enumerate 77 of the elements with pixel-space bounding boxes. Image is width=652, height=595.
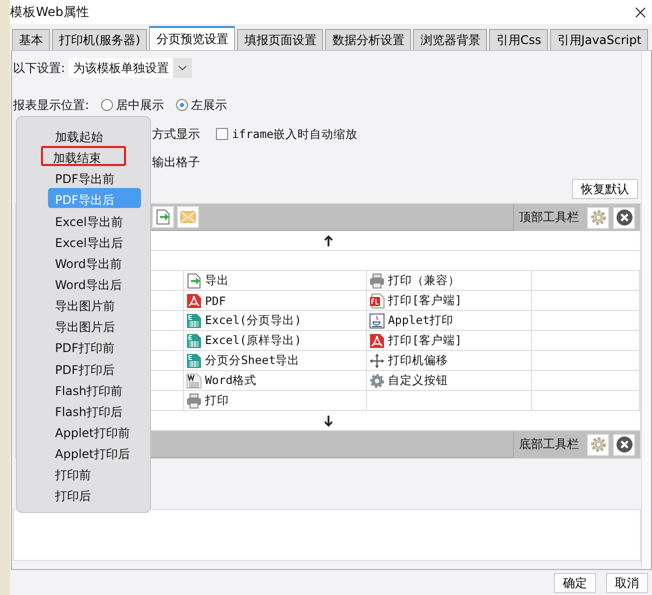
menu-item[interactable]: Word导出前	[48, 252, 141, 272]
field-label: 报表显示位置:	[13, 96, 90, 114]
dialog-button[interactable]: 确定	[554, 573, 596, 593]
radio-button[interactable]	[101, 99, 114, 111]
radio-button[interactable]	[176, 99, 188, 111]
menu-item[interactable]: Flash打印后	[48, 400, 141, 420]
tab[interactable]: 引用JavaScript	[550, 29, 648, 50]
menu-item[interactable]: 加载结束	[41, 146, 126, 166]
tab[interactable]: 数据分析设置	[325, 29, 412, 50]
dialog-button[interactable]: 取消	[606, 573, 648, 593]
menu-item[interactable]: Excel导出后	[48, 230, 141, 251]
menu-item[interactable]: 导出图片后	[48, 315, 141, 336]
close-icon[interactable]	[635, 6, 646, 18]
document-arrow-icon	[186, 272, 202, 288]
down-arrow-icon[interactable]	[324, 414, 332, 426]
spreadsheet-icon	[186, 312, 202, 328]
coffee-cup-icon	[369, 312, 385, 328]
pdf-icon	[369, 332, 385, 348]
menu-item[interactable]: Word导出后	[48, 272, 141, 293]
toolbar-item-label: Excel(分页导出)	[205, 313, 302, 328]
flash-file-icon	[369, 292, 385, 308]
toolbar-item-label: 打印[客户端]	[388, 333, 462, 348]
document-icon	[186, 372, 202, 388]
field-label: 以下设置:	[13, 60, 66, 76]
tab[interactable]: 引用Css	[489, 29, 548, 50]
envelope-icon	[180, 209, 196, 225]
toolbar-item-label: 自定义按钮	[388, 373, 448, 388]
pdf-icon	[186, 292, 202, 308]
export-button[interactable]	[152, 206, 174, 228]
option-label: 方式显示	[152, 126, 200, 142]
menu-item[interactable]: Applet打印前	[48, 420, 141, 441]
restore-default-button[interactable]: 恢复默认	[572, 179, 638, 199]
tab[interactable]: 打印机(服务器)	[52, 29, 148, 50]
up-arrow-icon[interactable]	[324, 234, 332, 246]
menu-item[interactable]: 加载起始	[48, 125, 141, 145]
scope-dropdown[interactable]: 为该模板单独设置	[69, 58, 192, 78]
email-button[interactable]	[177, 206, 199, 228]
scrollbar[interactable]	[641, 51, 651, 569]
spreadsheet-icon	[186, 332, 202, 348]
menu-item[interactable]: PDF打印后	[48, 358, 141, 378]
window-title: 模板Web属性	[10, 4, 90, 20]
menu-item[interactable]: 打印前	[48, 463, 141, 484]
checkbox-label: iframe嵌入时自动缩放	[232, 126, 358, 142]
toolbar-label: 顶部工具栏	[519, 209, 579, 226]
toolbar-item-label: 打印机偏移	[388, 353, 448, 368]
spreadsheet-icon	[186, 352, 202, 368]
caret-icon	[178, 65, 188, 71]
menu-item[interactable]: Applet打印后	[48, 442, 141, 462]
toolbar-item-label: Applet打印	[388, 313, 454, 328]
radio-label: 居中展示	[116, 96, 164, 114]
checkbox[interactable]	[216, 128, 228, 140]
menu-item[interactable]: Excel导出前	[48, 210, 141, 230]
toolbar-item-label: Word格式	[205, 373, 257, 388]
tab[interactable]: 填报页面设置	[237, 29, 324, 50]
toolbar-item-label: 分页分Sheet导出	[205, 353, 300, 368]
option-label: 输出格子	[152, 154, 200, 170]
document-arrow-icon	[155, 209, 171, 225]
menu-item[interactable]: 打印后	[48, 484, 141, 504]
toolbar-label: 底部工具栏	[519, 436, 579, 453]
menu-item[interactable]: PDF打印前	[48, 336, 141, 356]
toolbar-item-label: 导出	[205, 273, 229, 288]
tab[interactable]: 分页预览设置	[149, 26, 236, 50]
toolbar-item-label: PDF	[205, 294, 226, 308]
toolbar-item-label: 打印	[205, 393, 229, 408]
gear-icon	[369, 372, 385, 388]
close-button[interactable]	[613, 434, 635, 456]
toolbar-item-label: Excel(原样导出)	[205, 333, 302, 348]
menu-item[interactable]: Flash打印前	[48, 378, 141, 399]
menu-item[interactable]: PDF导出前	[48, 167, 141, 188]
toolbar-item-label: 打印[客户端]	[388, 293, 462, 308]
move-arrows-icon	[369, 352, 385, 368]
close-button[interactable]	[613, 206, 635, 228]
toolbar-item-label: 打印（兼容）	[388, 273, 460, 288]
tab[interactable]: 基本	[12, 29, 50, 50]
menu-item[interactable]: 导出图片前	[48, 294, 141, 314]
radio-label: 左展示	[191, 96, 228, 114]
tab[interactable]: 浏览器背景	[413, 29, 488, 50]
